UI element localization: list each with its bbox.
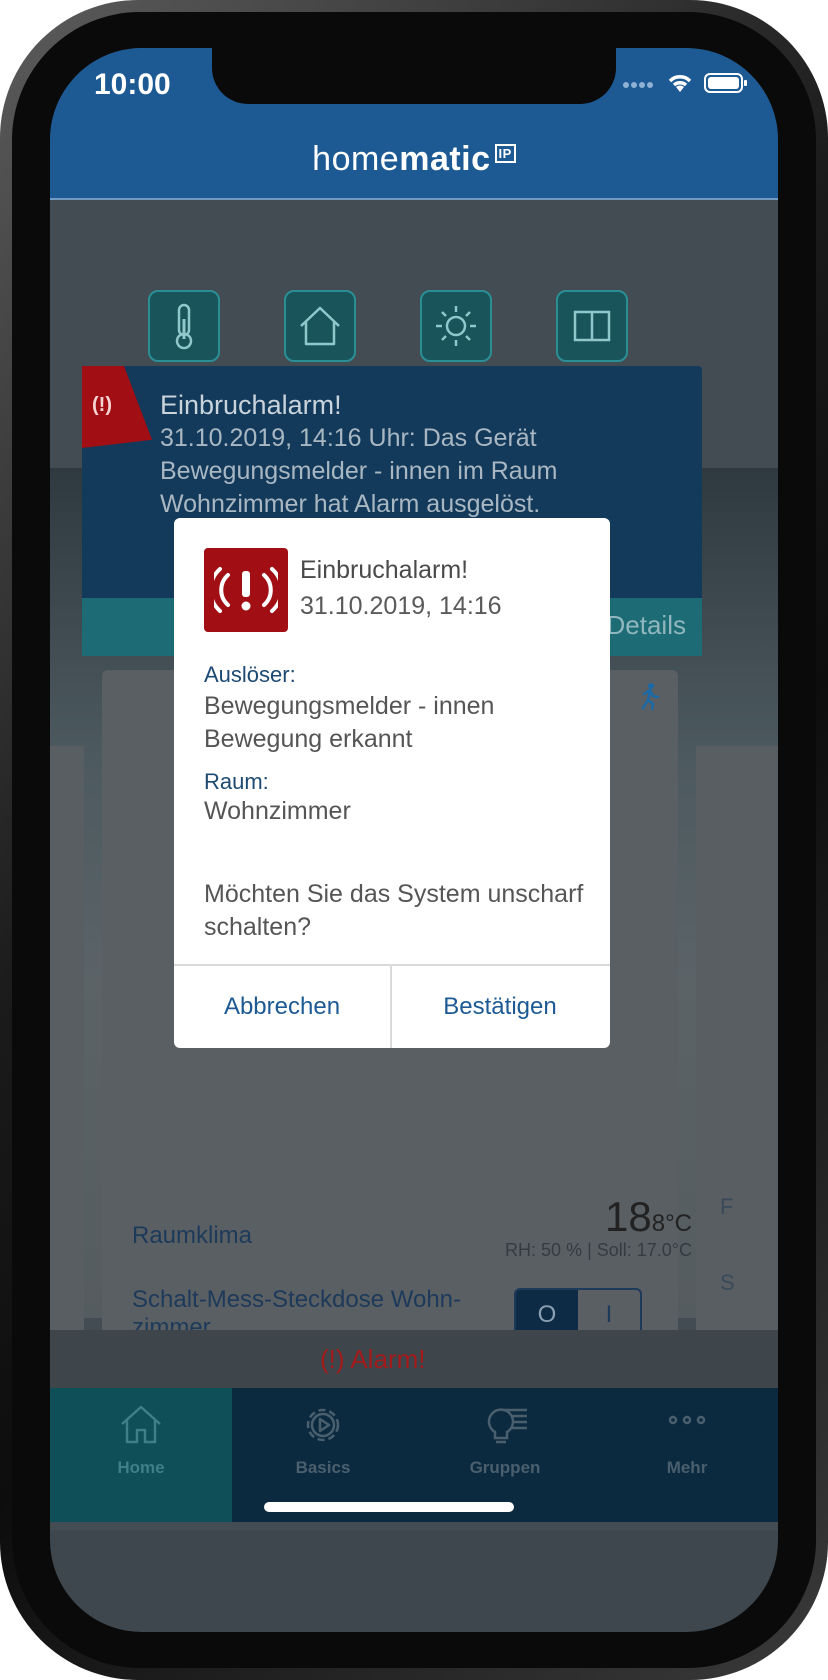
cancel-button[interactable]: Abbrechen xyxy=(174,966,390,1048)
shutter-quick-button[interactable] xyxy=(556,290,628,362)
lightbulb-icon xyxy=(414,1402,596,1453)
tab-mehr[interactable]: Mehr xyxy=(596,1388,778,1522)
temperature-main: 18 xyxy=(605,1193,652,1240)
temperature-decimal: 8°C xyxy=(651,1210,692,1237)
logo-badge: IP xyxy=(494,144,516,163)
room-value: Wohnzimmer xyxy=(204,797,351,825)
logo-light-text: home xyxy=(312,140,400,178)
window-icon xyxy=(573,310,611,342)
gear-icon xyxy=(232,1402,414,1453)
confirm-button[interactable]: Bestätigen xyxy=(392,966,608,1048)
alarm-corner-icon: (!) xyxy=(92,394,112,416)
more-icon xyxy=(596,1402,778,1453)
tab-basics-label: Basics xyxy=(295,1458,351,1477)
trigger-device: Bewegungsmelder - innen xyxy=(204,692,495,720)
signal-icon xyxy=(622,77,656,95)
alarm-corner-badge: (!) xyxy=(82,366,152,448)
dialog-title: Einbruchalarm! xyxy=(300,556,469,584)
trigger-event: Bewegung erkannt xyxy=(204,725,413,753)
home-indicator[interactable] xyxy=(264,1502,514,1512)
notch xyxy=(212,48,616,104)
security-quick-button[interactable] xyxy=(284,290,356,362)
home-icon xyxy=(50,1402,232,1451)
alarm-strip-text: (!) Alarm! xyxy=(320,1344,426,1374)
humidity-setpoint: RH: 50 % | Soll: 17.0°C xyxy=(505,1240,692,1260)
room-label: Raum: xyxy=(204,769,269,794)
right-card-label-s: S xyxy=(720,1270,735,1295)
sun-icon xyxy=(436,306,476,346)
phone-frame: 10:00 homematic IP (!) Einbruchalarm! 31… xyxy=(0,0,828,1680)
alarm-strip[interactable]: (!) Alarm! xyxy=(50,1330,778,1388)
tab-gruppen-label: Gruppen xyxy=(469,1458,541,1477)
tab-home[interactable]: Home xyxy=(50,1388,232,1522)
house-icon xyxy=(300,306,340,346)
climate-quick-button[interactable] xyxy=(148,290,220,362)
battery-icon xyxy=(704,72,748,99)
logo-bold-text: matic xyxy=(399,140,491,178)
trigger-label: Auslöser: xyxy=(204,662,296,687)
alarm-details-link[interactable]: Details xyxy=(607,610,686,641)
app-logo: homematic IP xyxy=(50,140,778,179)
alarm-banner-title: Einbruchalarm! xyxy=(160,390,342,420)
alarm-icon xyxy=(204,548,288,632)
tab-mehr-label: Mehr xyxy=(666,1458,708,1477)
motion-icon xyxy=(638,682,660,717)
status-time: 10:00 xyxy=(94,68,171,101)
screen: 10:00 homematic IP (!) Einbruchalarm! 31… xyxy=(50,48,778,1632)
right-card-label-f: F xyxy=(720,1194,734,1219)
thermometer-icon xyxy=(175,303,193,350)
status-icons xyxy=(622,72,748,99)
alarm-banner-message: 31.10.2019, 14:16 Uhr: Das Gerät Bewegun… xyxy=(160,424,558,518)
disarm-question: Möchten Sie das System unscharf schalten… xyxy=(204,880,584,941)
raumklima-label: Raumklima xyxy=(132,1222,253,1249)
tab-home-label: Home xyxy=(117,1458,165,1477)
dialog-date: 31.10.2019, 14:16 xyxy=(300,592,502,620)
wifi-icon xyxy=(666,72,694,99)
light-quick-button[interactable] xyxy=(420,290,492,362)
temperature-value: 188°C xyxy=(605,1193,692,1241)
alarm-dialog: Einbruchalarm! 31.10.2019, 14:16 Auslöse… xyxy=(174,518,610,1048)
